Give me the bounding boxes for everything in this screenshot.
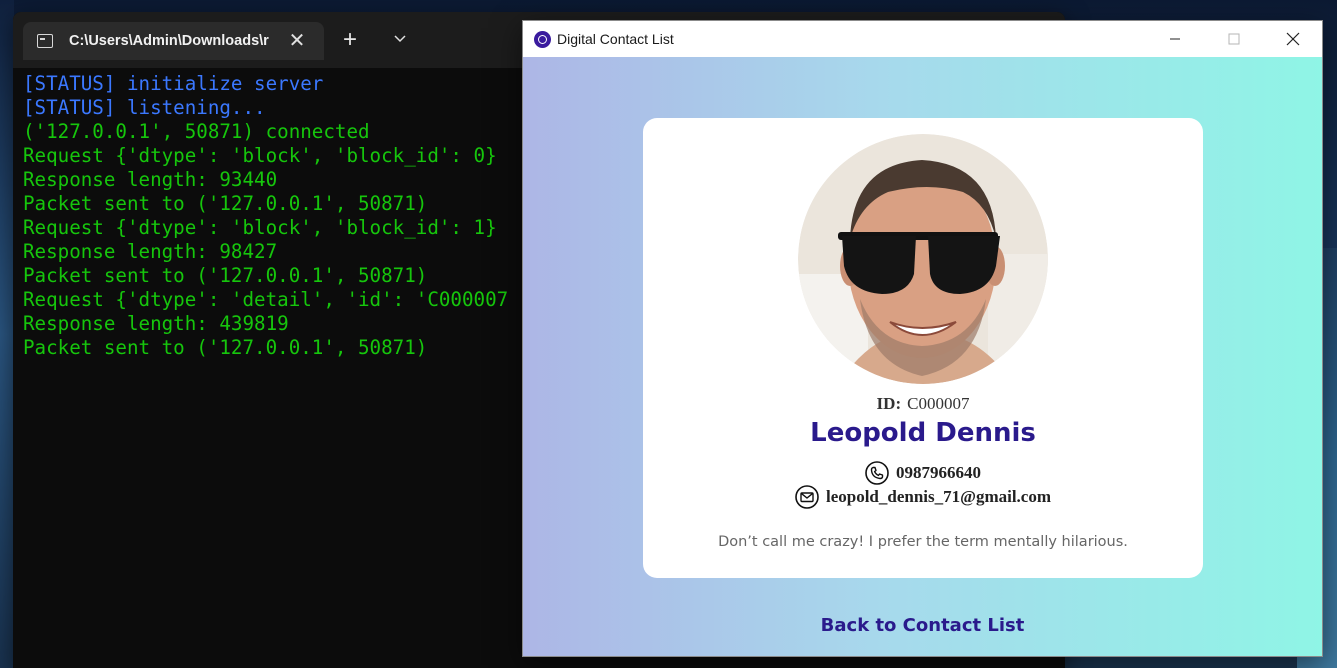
contact-bio: Don’t call me crazy! I prefer the term m… <box>718 534 1128 550</box>
id-label: ID: <box>876 394 902 413</box>
close-icon <box>1286 32 1299 46</box>
avatar <box>798 134 1048 384</box>
tab-close-icon[interactable]: ✕ <box>283 31 311 51</box>
back-to-contact-list-link[interactable]: Back to Contact List <box>523 615 1322 636</box>
contact-phone: 0987966640 <box>896 463 981 482</box>
terminal-icon <box>37 34 53 48</box>
window-title: Digital Contact List <box>557 31 674 47</box>
phone-row: 0987966640 <box>643 461 1203 485</box>
contact-card: ID: C000007 Leopold Dennis 0987966640 leo… <box>643 118 1203 578</box>
app-logo-icon <box>534 30 551 48</box>
contact-app-window: Digital Contact List ID: C000007 Leopold… <box>522 20 1323 657</box>
maximize-button[interactable] <box>1204 21 1263 57</box>
app-titlebar: Digital Contact List <box>523 21 1322 57</box>
minimize-icon <box>1169 38 1180 40</box>
phone-icon <box>865 461 889 485</box>
desktop-wallpaper-left <box>0 0 14 668</box>
terminal-tab[interactable]: C:\Users\Admin\Downloads\r ✕ <box>23 22 324 60</box>
terminal-tab-title: C:\Users\Admin\Downloads\r <box>69 33 269 49</box>
close-button[interactable] <box>1263 21 1322 57</box>
contact-id: C000007 <box>907 394 970 413</box>
chevron-down-icon[interactable] <box>393 32 407 46</box>
mail-icon <box>795 485 819 509</box>
contact-email: leopold_dennis_71@gmail.com <box>825 487 1052 506</box>
contact-detail-view: ID: C000007 Leopold Dennis 0987966640 leo… <box>523 57 1322 656</box>
contact-name: Leopold Dennis <box>810 418 1036 448</box>
email-row: leopold_dennis_71@gmail.com <box>643 485 1203 509</box>
minimize-button[interactable] <box>1145 21 1204 57</box>
contact-id-row: ID: C000007 <box>643 394 1203 414</box>
new-tab-button[interactable]: + <box>343 28 357 52</box>
maximize-icon <box>1228 33 1239 45</box>
